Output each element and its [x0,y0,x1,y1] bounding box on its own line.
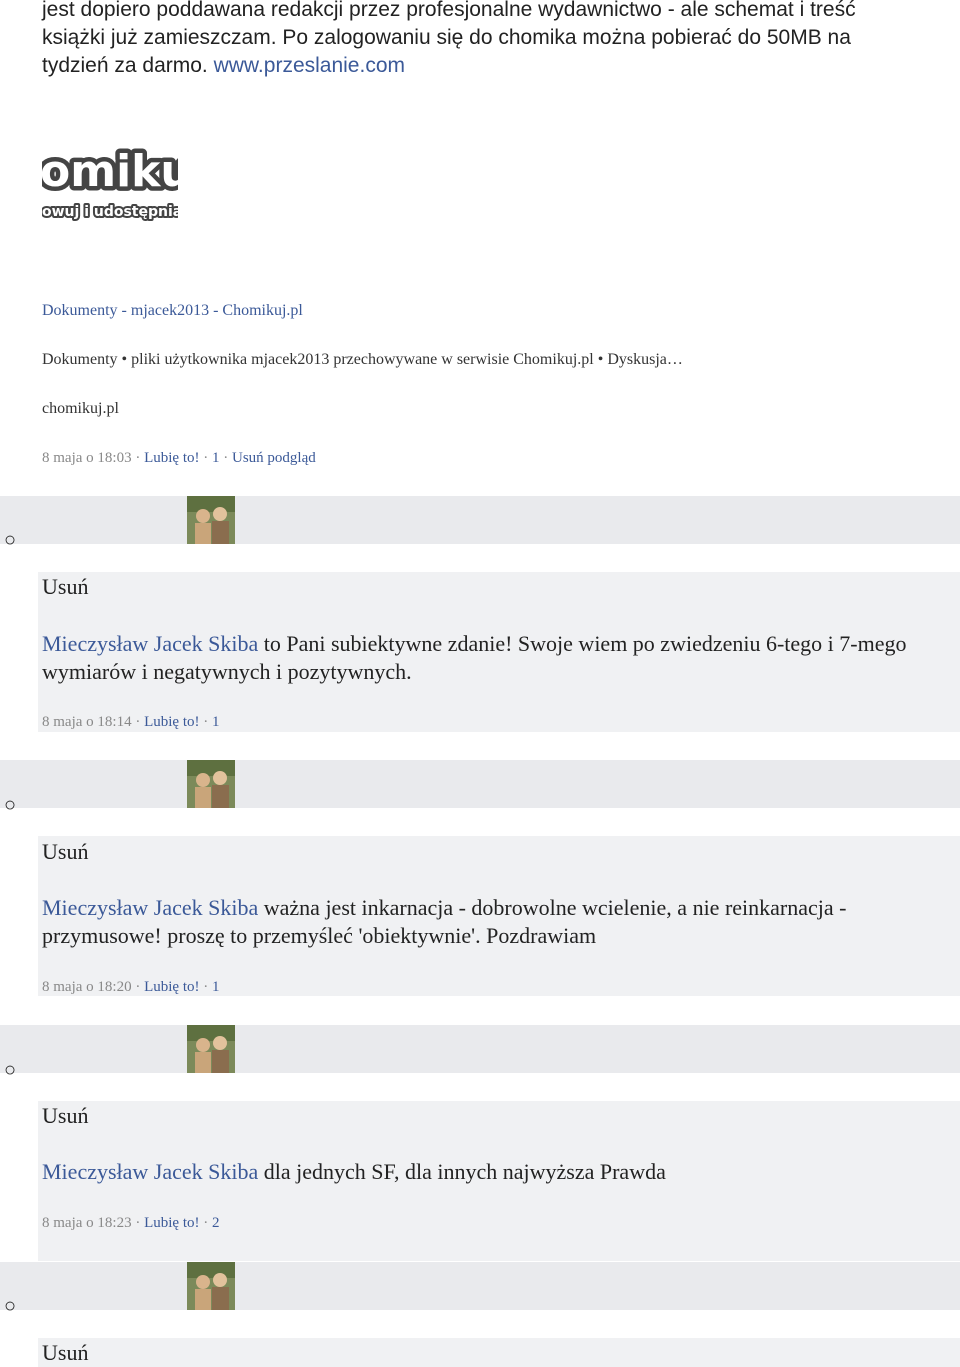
svg-text:owuj i udostępnia: owuj i udostępnia [42,204,178,220]
comment-text: Mieczysław Jacek Skiba ważna jest inkarn… [42,894,942,950]
share-title-link[interactable]: Dokumenty - mjacek2013 - Chomikuj.pl [42,301,303,321]
comment-author[interactable]: Mieczysław Jacek Skiba [42,631,258,656]
list-bullet: ○ [4,529,17,551]
share-time: 8 maja o 18:03 [42,450,132,466]
like-button[interactable]: Lubię to! [144,714,199,730]
comment-text: Mieczysław Jacek Skiba dla jednych SF, d… [42,1158,942,1186]
comment-author[interactable]: Mieczysław Jacek Skiba [42,1159,258,1184]
comment-item [38,1338,960,1367]
list-bullet: ○ [4,1295,17,1317]
like-button[interactable]: Lubię to! [144,979,199,995]
comment-author[interactable]: Mieczysław Jacek Skiba [42,895,258,920]
avatar[interactable] [187,760,235,808]
remove-comment-button[interactable]: Usuń [42,574,88,600]
list-bullet: ○ [4,794,17,816]
like-count[interactable]: 1 [212,714,220,730]
like-count[interactable]: 1 [212,979,220,995]
comment-meta: 8 maja o 18:23 · Lubię to! · 2 [42,1215,220,1231]
remove-comment-button[interactable]: Usuń [42,1340,88,1366]
avatar[interactable] [187,1025,235,1073]
intro-text: jest dopiero poddawana redakcji przez pr… [42,0,856,77]
chomikuj-logo[interactable]: omikuj omikuj owuj i udostępnia owuj i u… [42,140,178,223]
share-description: Dokumenty • pliki użytkownika mjacek2013… [42,351,683,368]
list-bullet: ○ [4,1059,17,1081]
share-meta: 8 maja o 18:03 · Lubię to! · 1 · Usuń po… [42,450,316,466]
comment-body: dla jednych SF, dla innych najwyższa Pra… [258,1159,666,1184]
comment-meta: 8 maja o 18:20 · Lubię to! · 1 [42,979,220,995]
remove-comment-button[interactable]: Usuń [42,1103,88,1129]
comment-text: Mieczysław Jacek Skiba to Pani subiektyw… [42,630,942,686]
remove-preview-button[interactable]: Usuń podgląd [232,450,316,466]
intro-link[interactable]: www.przeslanie.com [214,54,405,77]
comment-header-bar [0,1025,960,1073]
share-domain: chomikuj.pl [42,400,119,417]
remove-comment-button[interactable]: Usuń [42,839,88,865]
comment-time: 8 maja o 18:23 [42,1215,132,1231]
avatar[interactable] [187,496,235,544]
like-button[interactable]: Lubię to! [144,450,199,466]
comment-header-bar [0,760,960,808]
comment-time: 8 maja o 18:14 [42,714,132,730]
svg-text:omikuj: omikuj [42,146,178,197]
like-button[interactable]: Lubię to! [144,1215,199,1231]
like-count[interactable]: 2 [212,1215,220,1231]
comment-meta: 8 maja o 18:14 · Lubię to! · 1 [42,714,220,730]
comment-header-bar [0,1262,960,1310]
comment-time: 8 maja o 18:20 [42,979,132,995]
avatar[interactable] [187,1262,235,1310]
comment-header-bar [0,496,960,544]
like-count[interactable]: 1 [212,450,220,466]
intro-paragraph: jest dopiero poddawana redakcji przez pr… [42,0,922,80]
